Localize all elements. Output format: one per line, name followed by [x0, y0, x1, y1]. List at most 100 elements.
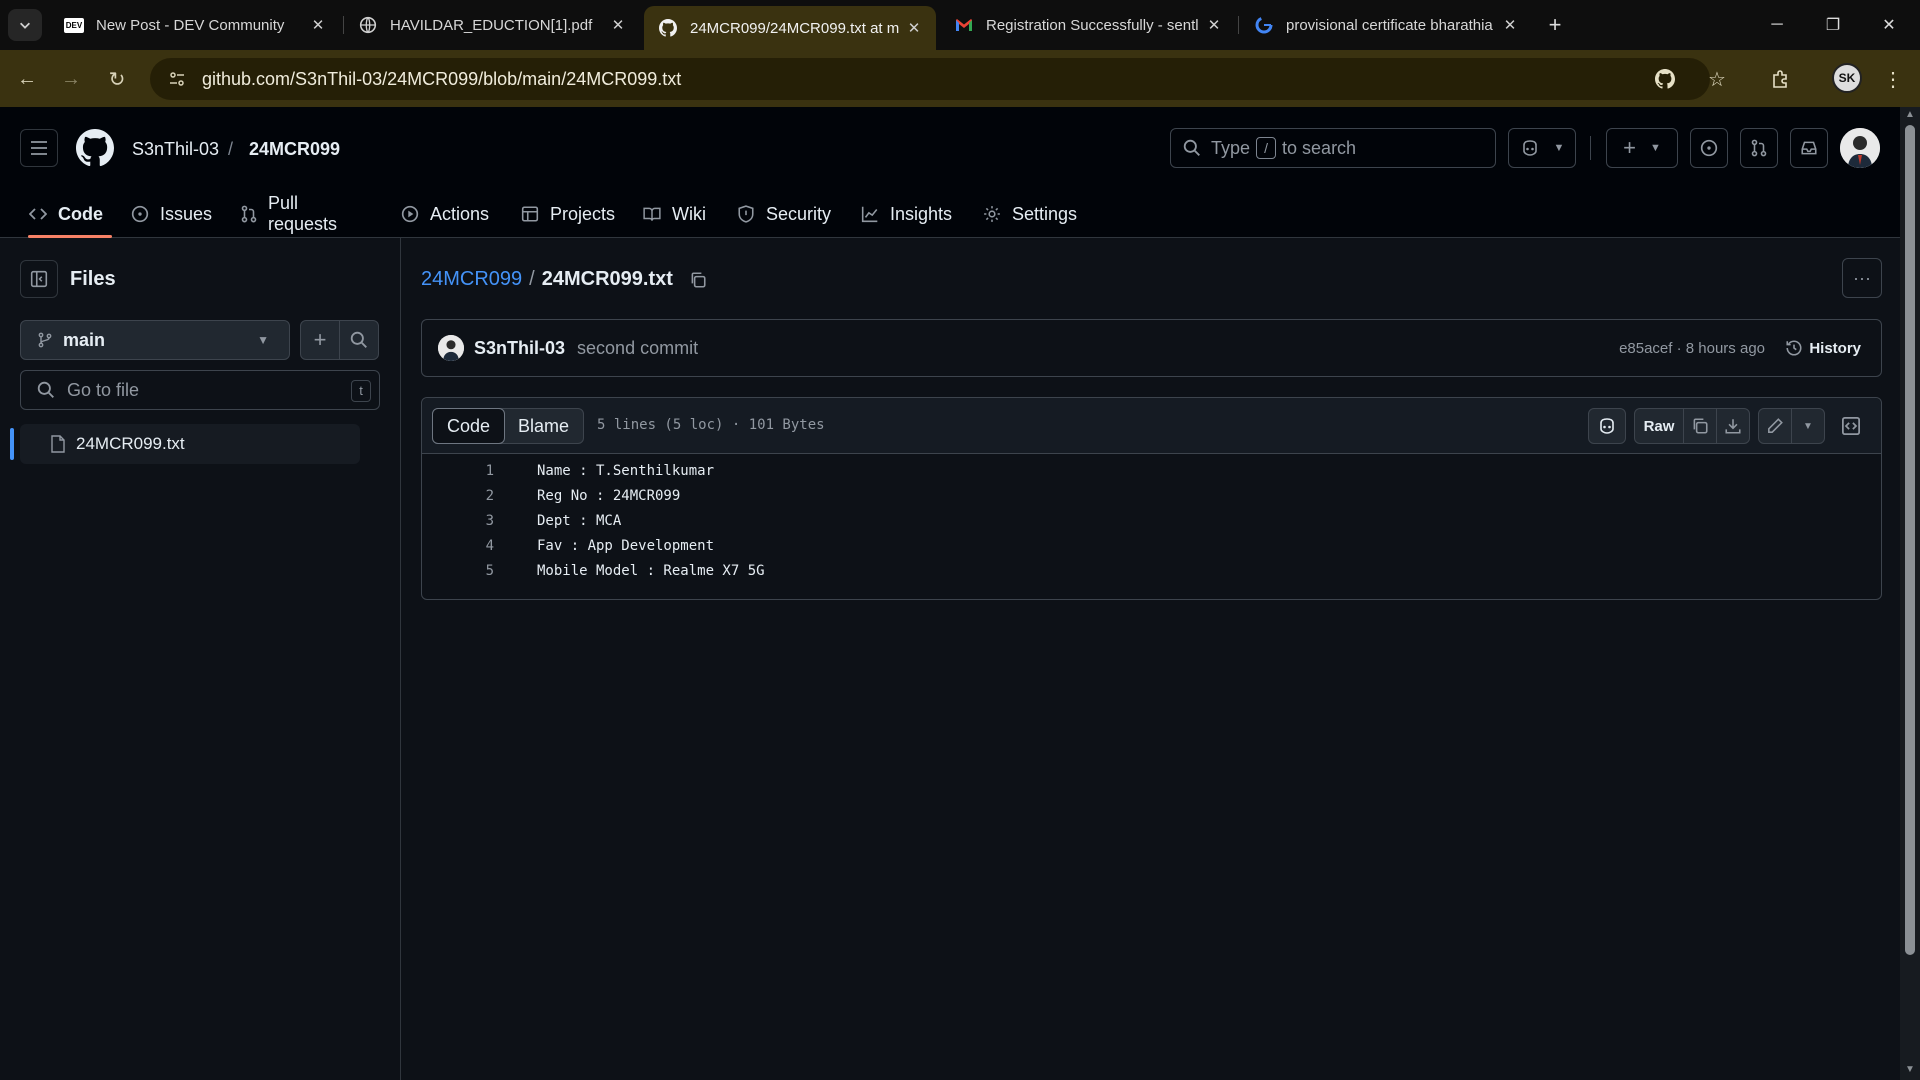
bookmark-star-icon[interactable]: ☆: [1702, 64, 1732, 94]
back-icon[interactable]: ←: [12, 64, 42, 94]
branch-selector[interactable]: main ▼: [20, 320, 290, 360]
line-number[interactable]: 1: [422, 463, 494, 479]
history-button[interactable]: History: [1785, 339, 1861, 357]
browser-tab-dev[interactable]: DEV New Post - DEV Community ✕: [50, 8, 340, 42]
issue-opened-icon: [130, 204, 150, 224]
view-toggle: Code Blame: [432, 408, 585, 444]
gmail-icon: [954, 15, 974, 35]
create-new-button[interactable]: + ▼: [1606, 128, 1678, 168]
close-window-icon[interactable]: ✕: [1866, 10, 1912, 40]
line-content: Dept : MCA: [537, 512, 622, 529]
close-tab-icon[interactable]: ✕: [1202, 16, 1226, 34]
tab-pull-requests[interactable]: Pull requests: [240, 190, 339, 238]
commit-message[interactable]: second commit: [577, 338, 698, 359]
tab-actions[interactable]: Actions: [400, 190, 489, 238]
scrollbar-thumb[interactable]: [1905, 125, 1915, 955]
go-to-file-input[interactable]: Go to file t: [20, 370, 380, 410]
raw-button[interactable]: Raw: [1634, 408, 1684, 444]
search-shortcut-key: /: [1256, 137, 1277, 159]
commit-author[interactable]: S3nThil-03: [474, 338, 565, 359]
commit-author-avatar[interactable]: [438, 335, 464, 361]
tab-search-button[interactable]: [8, 9, 42, 41]
copilot-icon: [1600, 418, 1614, 434]
minimize-icon[interactable]: ─: [1754, 10, 1800, 40]
copy-raw-button[interactable]: [1683, 408, 1717, 444]
line-number[interactable]: 4: [422, 538, 494, 554]
forward-icon[interactable]: →: [56, 64, 86, 94]
browser-tab-github[interactable]: 24MCR099/24MCR099.txt at m ✕: [644, 6, 936, 50]
git-pull-request-icon: [1751, 139, 1767, 157]
code-view-button[interactable]: Code: [432, 408, 506, 444]
repo-link[interactable]: 24MCR099: [249, 139, 340, 160]
download-button[interactable]: [1716, 408, 1750, 444]
blame-view-button[interactable]: Blame: [504, 409, 583, 443]
kebab-menu-icon[interactable]: ⋮: [1878, 64, 1908, 94]
kebab-horizontal-icon: ···: [1853, 267, 1871, 288]
tab-security[interactable]: Security: [736, 190, 831, 238]
restore-icon[interactable]: ❐: [1810, 10, 1856, 40]
tab-insights[interactable]: Insights: [860, 190, 952, 238]
close-tab-icon[interactable]: ✕: [902, 19, 926, 37]
code-line: 1 Name : T.Senthilkumar: [422, 458, 1881, 483]
file-header: Code Blame 5 lines (5 loc) · 101 Bytes R…: [422, 398, 1881, 454]
pull-requests-button[interactable]: [1740, 128, 1778, 168]
browser-tab-pdf[interactable]: HAVILDAR_EDUCTION[1].pdf ✕: [344, 8, 640, 42]
edit-options-button[interactable]: ▼: [1791, 408, 1825, 444]
code-square-icon: [1842, 417, 1860, 435]
page-scrollbar[interactable]: ▲ ▼: [1900, 107, 1920, 1080]
line-number[interactable]: 5: [422, 563, 494, 579]
add-file-button[interactable]: +: [300, 320, 340, 360]
line-number[interactable]: 3: [422, 513, 494, 529]
browser-tab-google[interactable]: provisional certificate bharathia ✕: [1240, 8, 1532, 42]
scroll-down-icon[interactable]: ▼: [1904, 1065, 1916, 1075]
github-extension-icon[interactable]: [1650, 64, 1680, 94]
copilot-icon: [1522, 140, 1537, 156]
user-avatar[interactable]: [1840, 128, 1880, 168]
breadcrumb-repo-link[interactable]: 24MCR099: [421, 268, 522, 291]
close-tab-icon[interactable]: ✕: [306, 16, 330, 34]
tab-code[interactable]: Code: [28, 190, 112, 238]
scroll-up-icon[interactable]: ▲: [1904, 110, 1916, 120]
copilot-menu-button[interactable]: ▼: [1508, 128, 1576, 168]
new-tab-button[interactable]: +: [1540, 10, 1570, 40]
book-icon: [642, 204, 662, 224]
close-tab-icon[interactable]: ✕: [1498, 16, 1522, 34]
collapse-sidebar-button[interactable]: [20, 260, 58, 298]
address-bar[interactable]: github.com/S3nThil-03/24MCR099/blob/main…: [150, 58, 1710, 100]
copy-path-icon[interactable]: [689, 271, 707, 289]
site-info-icon[interactable]: [164, 66, 190, 92]
inbox-button[interactable]: [1790, 128, 1828, 168]
owner-link[interactable]: S3nThil-03: [132, 139, 219, 160]
more-options-button[interactable]: ···: [1842, 258, 1882, 298]
issues-button[interactable]: [1690, 128, 1728, 168]
copilot-ask-button[interactable]: [1588, 408, 1626, 444]
google-icon: [1254, 15, 1274, 35]
pencil-icon: [1768, 418, 1783, 433]
line-number[interactable]: 2: [422, 488, 494, 504]
tab-settings[interactable]: Settings: [982, 190, 1077, 238]
search-files-button[interactable]: [339, 320, 379, 360]
download-icon: [1725, 419, 1741, 434]
close-tab-icon[interactable]: ✕: [606, 16, 630, 34]
github-logo-icon[interactable]: [76, 129, 114, 167]
hamburger-menu-icon[interactable]: [20, 129, 58, 167]
chevron-down-icon: [20, 22, 30, 29]
code-line: 4 Fav : App Development: [422, 533, 1881, 558]
tree-item-file[interactable]: 24MCR099.txt: [20, 424, 360, 464]
tab-issues[interactable]: Issues: [130, 190, 212, 238]
reload-icon[interactable]: ↻: [102, 64, 132, 94]
file-view: 24MCR099 / 24MCR099.txt ··· S3nThil-03 s…: [402, 238, 1900, 1080]
extensions-icon[interactable]: [1766, 64, 1796, 94]
search-icon: [1183, 139, 1200, 156]
search-input[interactable]: Type / to search: [1170, 128, 1496, 168]
symbols-panel-button[interactable]: [1832, 408, 1870, 444]
edit-file-button[interactable]: [1758, 408, 1792, 444]
search-icon: [350, 331, 367, 348]
code-lines: 1 Name : T.Senthilkumar 2 Reg No : 24MCR…: [422, 458, 1881, 583]
line-content: Name : T.Senthilkumar: [537, 462, 715, 479]
browser-tab-gmail[interactable]: Registration Successfully - sentl ✕: [940, 8, 1236, 42]
profile-avatar[interactable]: SK: [1832, 63, 1862, 93]
tab-projects[interactable]: Projects: [520, 190, 615, 238]
tab-wiki[interactable]: Wiki: [642, 190, 706, 238]
commit-meta[interactable]: e85acef · 8 hours ago: [1619, 340, 1765, 357]
